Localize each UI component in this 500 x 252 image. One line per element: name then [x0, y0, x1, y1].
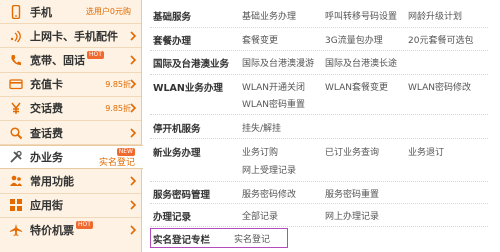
menu-item-app-street[interactable]: 应用街 [0, 194, 141, 218]
menu-item-promo[interactable]: 选用户0元购 [86, 6, 131, 17]
menu-item-label: 交话费 [30, 102, 63, 116]
service-link[interactable]: 服务密码重置 [325, 187, 379, 200]
service-row-basic: 基础服务 基础业务办理 呼叫转移号码设置 网龄升级计划 [150, 2, 488, 28]
menu-item-label: 上网卡、手机配件 [30, 29, 118, 43]
chevron-right-icon [130, 103, 137, 113]
service-category: 办理记录 [153, 212, 192, 223]
menu-item-label: 查话费 [30, 126, 63, 140]
service-link[interactable]: 全部记录 [242, 209, 278, 222]
chevron-right-icon [130, 176, 137, 186]
menu-item-common-functions[interactable]: 常用功能 [0, 169, 141, 194]
service-row-records: 办理记录 全部记录 网上办理记录 [150, 204, 488, 227]
service-category: 新业务办理 [153, 148, 201, 159]
service-row-suspend: 停开机服务 挂失/解挂 [150, 115, 488, 139]
service-link[interactable]: 挂失/解挂 [242, 121, 281, 134]
service-category: 实名登记专栏 [153, 235, 211, 246]
service-category: 停开机服务 [153, 124, 201, 135]
service-row-new-business: 新业务办理 业务订购 已订业务查询 业务退订 网上受理记录 [150, 139, 488, 182]
menu-item-label: 宽带、固话 [30, 53, 85, 67]
service-link[interactable]: 20元套餐可选包 [408, 33, 473, 46]
service-link[interactable]: 服务密码修改 [242, 187, 296, 200]
service-link[interactable]: WLAN密码重置 [242, 97, 305, 110]
mobile-phone-icon [8, 4, 24, 20]
magnifier-icon [8, 125, 24, 141]
service-link[interactable]: 呼叫转移号码设置 [325, 9, 397, 22]
menu-item-mobile[interactable]: 手机 选用户0元购 [0, 0, 141, 25]
menu-item-business[interactable]: 办业务 NEW 实名登记 [0, 145, 143, 170]
chevron-right-icon [130, 31, 137, 41]
menu-item-pay-bill[interactable]: 交话费 9.85折 [0, 97, 141, 121]
service-category: 基础服务 [153, 12, 192, 23]
service-link[interactable]: 国际及台港澳漫游 [242, 56, 314, 69]
service-link[interactable]: 国际及台港澳长途 [325, 56, 397, 69]
service-category: 套餐办理 [153, 36, 192, 47]
service-link[interactable]: 业务订购 [242, 145, 278, 158]
menu-item-promo: 9.85折 [105, 103, 131, 113]
people-icon [8, 173, 24, 189]
service-row-international: 国际及台港澳业务 国际及台港澳漫游 国际及台港澳长途 [150, 51, 488, 75]
apps-icon [8, 197, 24, 213]
service-category: 服务密码管理 [153, 190, 211, 201]
service-row-realname: 实名登记专栏 实名登记 [150, 228, 288, 248]
category-menu: 手机 选用户0元购 上网卡、手机配件 宽带、固话 HOT 充值卡 9.85折 交… [0, 0, 143, 252]
hot-badge: HOT [76, 220, 93, 229]
menu-item-broadband[interactable]: 宽带、固话 HOT [0, 48, 141, 73]
menu-item-promo: 9.85折 [105, 79, 131, 89]
service-row-wlan: WLAN业务办理 WLAN开通关闭 WLAN套餐变更 WLAN密码修改 WLAN… [150, 75, 488, 115]
service-link[interactable]: WLAN密码修改 [408, 80, 471, 93]
menu-item-promo[interactable]: 实名登记 [99, 155, 135, 168]
menu-item-label: 办业务 [30, 151, 63, 165]
service-row-package: 套餐办理 套餐变更 3G流量包办理 20元套餐可选包 [150, 28, 488, 51]
menu-item-cheap-flights[interactable]: 特价机票 HOT [0, 218, 141, 242]
chevron-right-icon [130, 79, 137, 89]
menu-item-recharge-card[interactable]: 充值卡 9.85折 [0, 73, 141, 97]
menu-item-label: 特价机票 [30, 223, 74, 237]
service-row-password: 服务密码管理 服务密码修改 服务密码重置 [150, 182, 488, 204]
airplane-icon [8, 222, 24, 238]
wifi-signal-icon [8, 28, 24, 44]
business-submenu-panel: 基础服务 基础业务办理 呼叫转移号码设置 网龄升级计划 套餐办理 套餐变更 3G… [142, 0, 500, 252]
menu-item-check-bill[interactable]: 查话费 [0, 121, 141, 146]
menu-item-label: 充值卡 [30, 78, 63, 92]
chevron-right-icon [130, 55, 137, 65]
menu-item-datacard[interactable]: 上网卡、手机配件 [0, 24, 141, 49]
service-link[interactable]: 3G流量包办理 [325, 33, 383, 46]
service-link[interactable]: 业务退订 [408, 145, 444, 158]
service-category: WLAN业务办理 [153, 83, 223, 94]
chevron-right-icon [130, 200, 137, 210]
chevron-right-icon [130, 127, 137, 138]
service-link[interactable]: 套餐变更 [242, 33, 278, 46]
service-link[interactable]: 实名登记 [234, 232, 270, 245]
phone-handset-icon [8, 52, 24, 68]
service-link[interactable]: 已订业务查询 [325, 145, 379, 158]
menu-item-label: 应用街 [30, 199, 63, 213]
menu-item-label: 常用功能 [30, 174, 74, 188]
hot-badge: HOT [87, 50, 104, 59]
menu-item-label: 手机 [30, 5, 52, 19]
service-link[interactable]: 网上办理记录 [325, 209, 379, 222]
card-icon [8, 76, 24, 92]
service-link[interactable]: 基础业务办理 [242, 9, 296, 22]
yen-icon [8, 100, 24, 116]
service-link[interactable]: 网上受理记录 [242, 163, 296, 176]
tools-icon [8, 149, 24, 165]
service-link[interactable]: WLAN开通关闭 [242, 80, 305, 93]
service-link[interactable]: 网龄升级计划 [408, 9, 462, 22]
service-category: 国际及台港澳业务 [153, 59, 230, 70]
chevron-right-icon [130, 225, 137, 235]
service-link[interactable]: WLAN套餐变更 [325, 80, 388, 93]
